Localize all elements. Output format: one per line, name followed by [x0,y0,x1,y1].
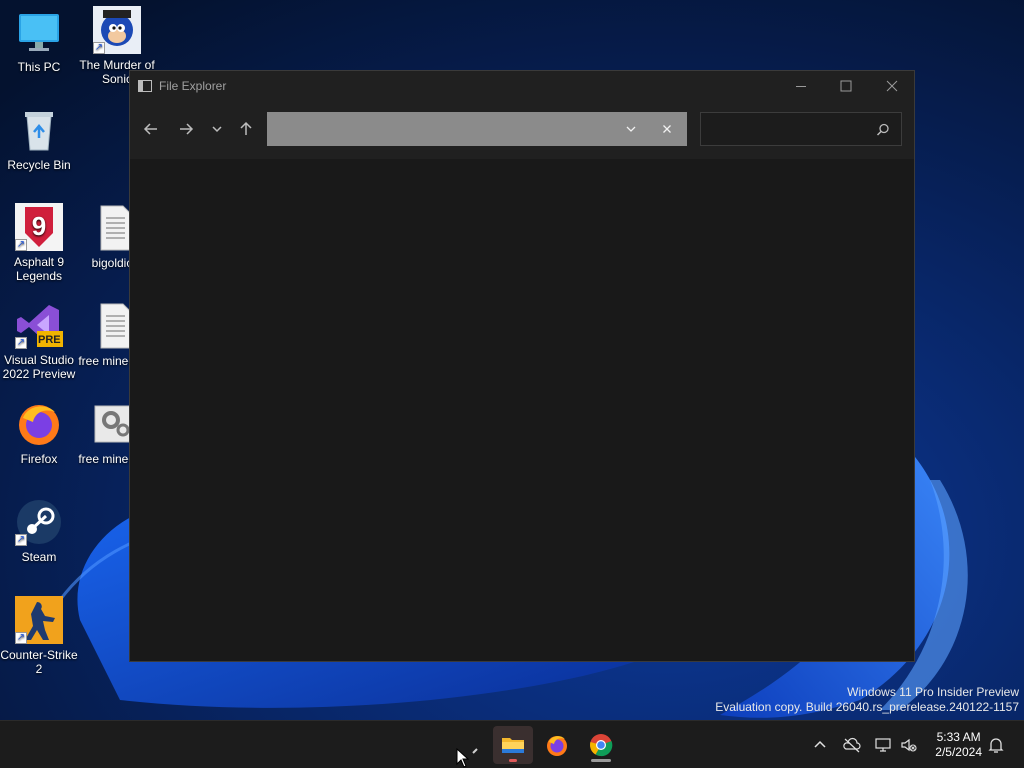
chrome-icon [590,734,613,757]
volume-muted-icon [901,738,917,752]
monitor-icon [15,8,63,56]
show-hidden-icons-button[interactable] [810,735,830,755]
shortcut-arrow-icon: ↗ [15,534,27,546]
steam-icon: ↗ [15,498,63,546]
pre-badge: PRE [38,334,61,346]
firefox-icon [547,736,567,756]
desktop-icon-asphalt-9[interactable]: 9 ↗ Asphalt 9 Legends [0,203,78,283]
evaluation-watermark: Windows 11 Pro Insider Preview Evaluatio… [715,685,1019,715]
shortcut-arrow-icon: ↗ [93,42,105,54]
window-titlebar[interactable]: File Explorer [130,71,914,103]
file-explorer-icon [502,738,524,753]
network-icon [875,738,891,752]
taskbar-chrome[interactable] [581,726,621,764]
search-icon [876,123,889,136]
watermark-line-1: Windows 11 Pro Insider Preview [847,685,1019,699]
onedrive-tray-button[interactable] [842,735,862,755]
explorer-toolbar [130,103,914,159]
close-button[interactable] [869,71,915,103]
shortcut-arrow-icon: ↗ [15,632,27,644]
watermark-line-2: Evaluation copy. Build 26040.rs_prerelea… [715,700,1019,714]
cloud-offline-icon [843,737,861,753]
close-icon [663,125,671,133]
taskbar-file-explorer[interactable] [493,726,533,764]
window-title: File Explorer [159,79,227,93]
search-input[interactable] [707,119,871,141]
bell-icon [988,738,1004,753]
mouse-cursor-icon [456,748,470,768]
address-dropdown-button[interactable] [617,112,645,146]
clock-time: 5:33 AM [936,730,981,744]
desktop-icon-recycle-bin[interactable]: Recycle Bin [0,106,78,172]
chevron-up-icon [814,740,826,748]
visual-studio-icon: PRE ↗ [15,301,63,349]
explorer-content-area[interactable] [130,159,914,661]
address-bar[interactable] [267,112,687,146]
shortcut-arrow-icon: ↗ [15,337,27,349]
address-clear-button[interactable] [653,112,681,146]
desktop-icon-steam[interactable]: ↗ Steam [0,498,78,564]
forward-button[interactable] [174,119,198,139]
desktop-icon-firefox[interactable]: Firefox [0,400,78,466]
up-button[interactable] [234,119,258,139]
volume-tray-button[interactable] [899,735,919,755]
counter-strike-icon: ↗ [15,596,63,644]
desktop-icon-counter-strike-2[interactable]: ↗ Counter-Strike 2 [0,596,78,676]
minimize-icon [796,86,806,87]
chevron-down-icon [626,126,636,132]
arrow-left-icon [143,123,157,135]
desktop-icon-this-pc[interactable]: This PC [0,8,78,74]
clock-date: 2/5/2024 [935,745,982,759]
file-explorer-app-icon [138,80,152,92]
taskbar-firefox[interactable] [537,726,577,764]
recent-locations-button[interactable] [205,119,229,139]
network-tray-button[interactable] [873,735,893,755]
taskbar: 5:33 AM 2/5/2024 [0,720,1024,768]
active-indicator [509,759,517,762]
desktop-icon-visual-studio[interactable]: PRE ↗ Visual Studio 2022 Preview [0,301,78,381]
recycle-bin-icon [15,106,63,154]
file-explorer-window[interactable]: File Explorer [129,70,915,662]
sonic-game-icon: ↗ [93,6,141,54]
search-box[interactable] [700,112,902,146]
back-button[interactable] [139,119,163,139]
arrow-right-icon [180,123,194,135]
minimize-button[interactable] [778,71,824,103]
chevron-down-icon [212,126,222,133]
maximize-icon [840,80,852,92]
maximize-button[interactable] [823,71,869,103]
firefox-icon [15,400,63,448]
svg-text:9: 9 [32,211,46,241]
asphalt-icon: 9 ↗ [15,203,63,251]
shortcut-arrow-icon: ↗ [15,239,27,251]
close-icon [886,80,898,92]
taskbar-clock[interactable]: 5:33 AM 2/5/2024 [935,730,982,760]
running-indicator [591,759,611,762]
arrow-up-icon [240,121,252,135]
notifications-button[interactable] [986,735,1006,755]
